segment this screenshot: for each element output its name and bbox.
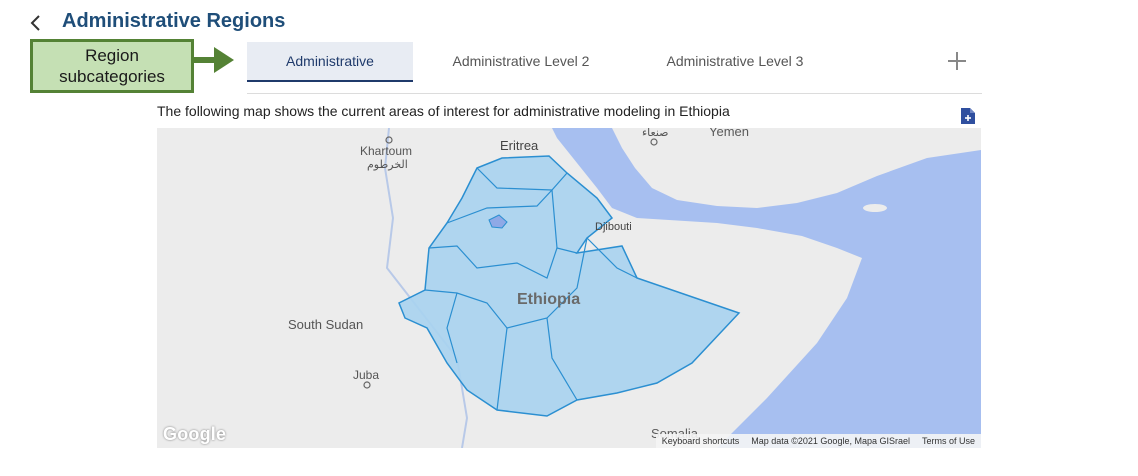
map-label-sanaa: صنعاء [642, 128, 669, 139]
terms-of-use-link[interactable]: Terms of Use [915, 434, 981, 448]
page-title: Administrative Regions [62, 10, 286, 32]
add-tab-plus-icon[interactable] [946, 50, 968, 72]
keyboard-shortcuts-link[interactable]: Keyboard shortcuts [655, 434, 746, 448]
tabs-divider [247, 93, 982, 94]
juba-dot [363, 381, 371, 389]
add-file-icon[interactable] [960, 107, 976, 125]
map-label-khartoum: Khartoum [360, 144, 413, 158]
map-label-yemen: Yemen [709, 128, 749, 139]
map-footer: Keyboard shortcuts Map data ©2021 Google… [655, 434, 981, 448]
back-chevron-icon[interactable] [26, 12, 46, 34]
google-logo: Google [163, 424, 227, 444]
map-label-khartoum-ar: الخرطوم [367, 159, 408, 171]
map-label-djibouti: Djibouti [595, 221, 632, 233]
map-label-south-sudan: South Sudan [288, 317, 364, 332]
callout-line-2: subcategories [59, 67, 165, 86]
tab-administrative[interactable]: Administrative [247, 42, 413, 82]
map-label-eritrea: Eritrea [500, 138, 539, 153]
map-attribution: Map data ©2021 Google, Mapa GISrael [745, 434, 916, 448]
tab-administrative-level-3[interactable]: Administrative Level 3 [651, 42, 819, 80]
region-subcategories-callout: Region subcategories [30, 39, 194, 93]
map-label-juba: Juba [353, 368, 380, 382]
callout-arrow-icon [194, 47, 234, 73]
map-label-ethiopia: Ethiopia [517, 291, 581, 308]
map-description: The following map shows the current area… [157, 103, 730, 119]
tab-administrative-level-2[interactable]: Administrative Level 2 [437, 42, 605, 80]
callout-line-1: Region [85, 46, 139, 65]
map-canvas[interactable] [157, 128, 981, 448]
map-view[interactable]: Yemen صنعاء Eritrea Khartoum الخرطوم Dji… [157, 128, 981, 448]
